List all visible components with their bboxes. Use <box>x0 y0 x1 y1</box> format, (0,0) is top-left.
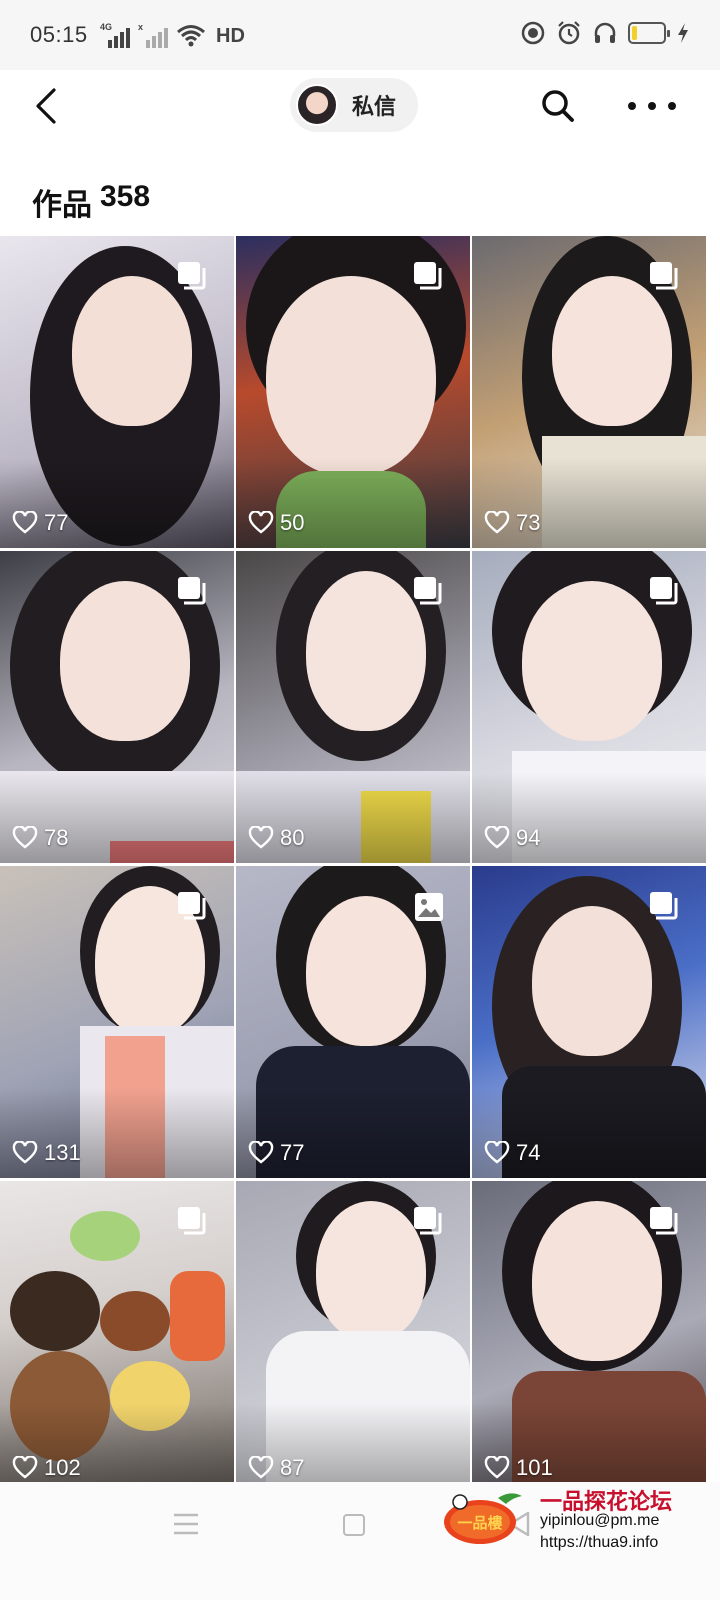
battery-icon <box>628 22 670 44</box>
multi-image-icon <box>178 1207 206 1235</box>
menu-icon[interactable] <box>172 1512 200 1536</box>
like-count: 87 <box>248 1455 304 1481</box>
post-tile[interactable]: 80 <box>236 551 470 863</box>
post-tile[interactable]: 50 <box>236 236 470 548</box>
post-tile[interactable]: 78 <box>0 551 234 863</box>
heart-icon <box>248 1141 274 1164</box>
like-count-value: 87 <box>280 1455 305 1480</box>
watermark-email: yipinlou@pm.me <box>540 1512 660 1529</box>
single-image-icon <box>415 893 443 921</box>
status-left-icons: 4G x HD <box>100 22 245 48</box>
like-count: 131 <box>12 1140 81 1166</box>
like-count: 80 <box>248 825 304 851</box>
heart-icon <box>484 826 510 849</box>
signal-icon: 4G <box>100 22 130 48</box>
heart-icon <box>12 1456 38 1479</box>
like-count-value: 77 <box>280 1140 305 1165</box>
headphones-icon <box>594 22 616 43</box>
status-time: 05:15 <box>30 22 88 47</box>
like-count-value: 73 <box>516 510 541 535</box>
heart-icon <box>248 1456 274 1479</box>
profile-header: 私信 <box>0 70 720 154</box>
multi-image-icon <box>414 262 442 290</box>
multi-image-icon <box>650 892 678 920</box>
post-tile[interactable]: 102 <box>0 1181 234 1493</box>
multi-image-icon <box>178 262 206 290</box>
like-count-value: 102 <box>44 1455 81 1480</box>
multi-image-icon <box>650 1207 678 1235</box>
post-tile[interactable]: 131 <box>0 866 234 1178</box>
heart-icon <box>248 826 274 849</box>
heart-icon <box>484 1456 510 1479</box>
status-bar: 05:15 4G x HD <box>0 0 720 70</box>
heart-icon <box>248 511 274 534</box>
works-label: 作品 <box>32 189 92 222</box>
like-count: 74 <box>484 1140 540 1166</box>
like-count: 102 <box>12 1455 81 1481</box>
like-count-value: 78 <box>44 825 69 850</box>
watermark-logo: 一品樓 <box>444 1493 522 1544</box>
multi-image-icon <box>414 577 442 605</box>
multi-image-icon <box>650 262 678 290</box>
home-icon[interactable] <box>343 1514 365 1536</box>
search-button[interactable] <box>538 86 578 126</box>
heart-icon <box>12 511 38 534</box>
post-tile[interactable]: 77 <box>236 866 470 1178</box>
direct-message-button[interactable]: 私信 <box>290 78 418 132</box>
charging-icon <box>678 23 688 43</box>
works-count: 作品 358 <box>32 180 150 224</box>
heart-icon <box>484 511 510 534</box>
post-tile[interactable]: 77 <box>0 236 234 548</box>
wifi-icon <box>177 25 205 47</box>
like-count: 73 <box>484 510 540 536</box>
post-tile[interactable]: 94 <box>472 551 706 863</box>
more-dot <box>668 102 676 110</box>
like-count-value: 80 <box>280 825 305 850</box>
more-options-button[interactable] <box>628 88 676 124</box>
signal-2-icon: x <box>138 22 168 48</box>
like-count-value: 74 <box>516 1140 541 1165</box>
hd-indicator: HD <box>216 25 245 47</box>
like-count: 77 <box>248 1140 304 1166</box>
heart-icon <box>484 1141 510 1164</box>
like-count-value: 77 <box>44 510 69 535</box>
like-count: 101 <box>484 1455 553 1481</box>
more-dot <box>628 102 636 110</box>
avatar <box>296 84 338 126</box>
like-count: 94 <box>484 825 540 851</box>
post-tile[interactable]: 74 <box>472 866 706 1178</box>
watermark-url: https://thua9.info <box>540 1534 659 1551</box>
status-right-icons <box>520 20 690 46</box>
like-count-value: 101 <box>516 1455 553 1480</box>
post-tile[interactable]: 73 <box>472 236 706 548</box>
more-dot <box>648 102 656 110</box>
like-count-value: 50 <box>280 510 305 535</box>
heart-icon <box>12 1141 38 1164</box>
heart-icon <box>12 826 38 849</box>
multi-image-icon <box>178 892 206 920</box>
multi-image-icon <box>414 1207 442 1235</box>
back-button[interactable] <box>26 84 70 128</box>
direct-message-label: 私信 <box>352 94 397 119</box>
like-count-value: 131 <box>44 1140 81 1165</box>
alarm-icon <box>558 21 580 45</box>
like-count: 50 <box>248 510 304 536</box>
dnd-icon <box>521 21 545 45</box>
multi-image-icon <box>178 577 206 605</box>
multi-image-icon <box>650 577 678 605</box>
works-number: 358 <box>100 180 151 213</box>
like-count-value: 94 <box>516 825 541 850</box>
post-tile[interactable]: 101 <box>472 1181 706 1493</box>
like-count: 77 <box>12 510 68 536</box>
like-count: 78 <box>12 825 68 851</box>
svg-text:一品樓: 一品樓 <box>457 1514 502 1532</box>
post-tile[interactable]: 87 <box>236 1181 470 1493</box>
